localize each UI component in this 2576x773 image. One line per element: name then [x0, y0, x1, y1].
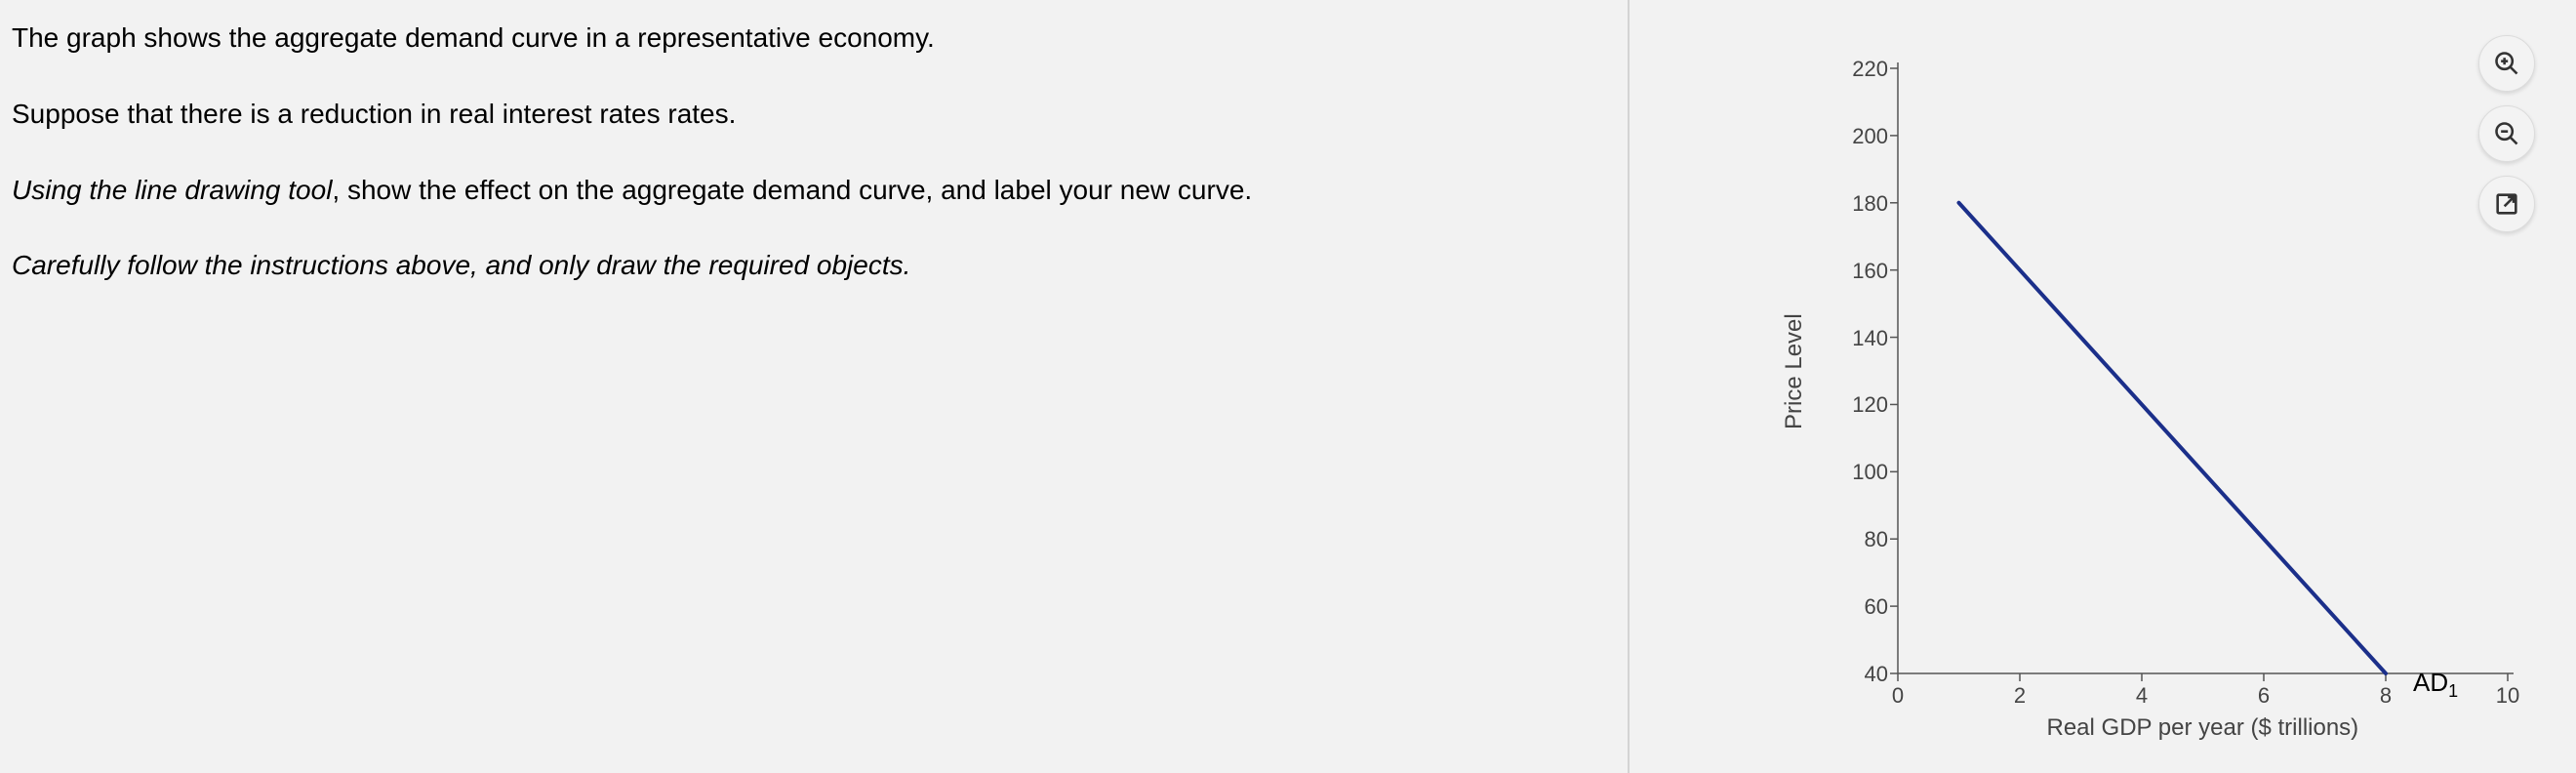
x-tick-label: 10	[2488, 683, 2527, 709]
series-label-main: AD	[2413, 668, 2448, 697]
y-tick-label: 60	[1830, 594, 1888, 620]
x-tick-label: 0	[1878, 683, 1917, 709]
y-axis-label: Price Level	[1781, 313, 1808, 429]
y-tick-label: 100	[1830, 460, 1888, 485]
y-tick-label: 120	[1830, 392, 1888, 418]
y-tick-label: 220	[1830, 57, 1888, 82]
x-tick-label: 4	[2122, 683, 2161, 709]
x-axis-label: Real GDP per year ($ trillions)	[2047, 714, 2359, 742]
question-line-3: Using the line drawing tool, show the ef…	[12, 172, 1608, 209]
question-line-2: Suppose that there is a reduction in rea…	[12, 96, 1608, 133]
x-tick-label: 2	[2000, 683, 2039, 709]
series-label-sub: 1	[2448, 681, 2458, 701]
instruction-italic: Using the line drawing tool	[12, 175, 332, 205]
chart-area[interactable]: Price Level Real GDP per year ($ trillio…	[1727, 49, 2547, 752]
question-line-1: The graph shows the aggregate demand cur…	[12, 20, 1608, 57]
y-tick-label: 160	[1830, 259, 1888, 284]
y-tick-label: 80	[1830, 527, 1888, 552]
x-tick-label: 6	[2244, 683, 2283, 709]
question-panel: The graph shows the aggregate demand cur…	[0, 0, 1630, 773]
question-line-4: Carefully follow the instructions above,…	[12, 247, 1608, 284]
instruction-rest: , show the effect on the aggregate deman…	[332, 175, 1252, 205]
x-tick-label: 8	[2366, 683, 2405, 709]
y-tick-label: 180	[1830, 191, 1888, 217]
y-tick-label: 200	[1830, 124, 1888, 149]
graph-panel: Price Level Real GDP per year ($ trillio…	[1630, 0, 2576, 773]
y-tick-label: 140	[1830, 326, 1888, 351]
series-label-ad1: AD1	[2413, 668, 2458, 702]
